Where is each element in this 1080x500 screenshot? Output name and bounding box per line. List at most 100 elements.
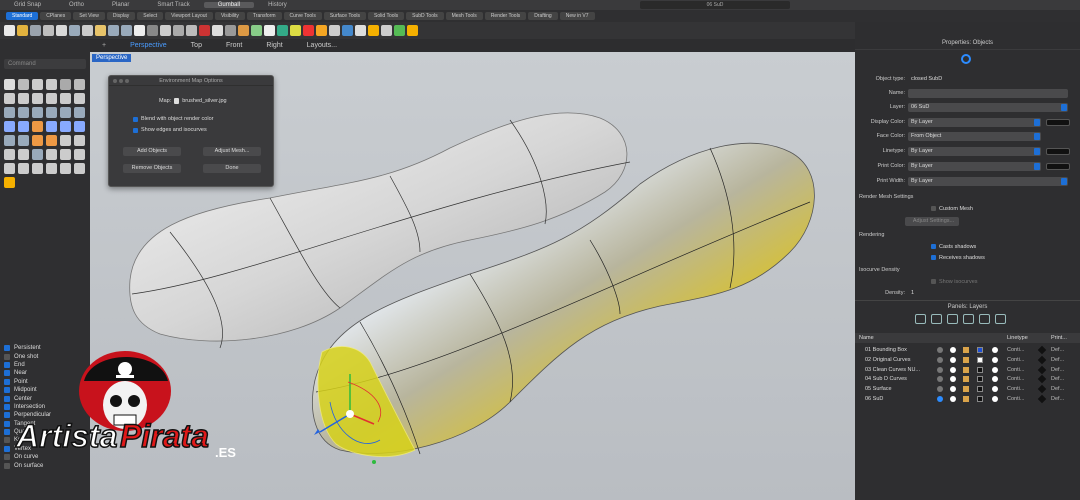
lock-icon[interactable]: [963, 366, 969, 373]
trim-icon[interactable]: [32, 135, 43, 146]
lock-icon[interactable]: [963, 386, 969, 393]
layer-linetype[interactable]: Conti...: [1007, 386, 1024, 392]
layer-print-width[interactable]: Def...: [1051, 376, 1064, 382]
blend-checkbox[interactable]: [133, 116, 138, 122]
current-layer-icon[interactable]: [937, 376, 943, 383]
layer-row[interactable]: 04 Sub D Curves Conti... Def...: [855, 375, 1080, 385]
text-icon[interactable]: [18, 163, 29, 174]
layer-print-width[interactable]: Def...: [1051, 386, 1064, 392]
tab-drafting[interactable]: Drafting: [528, 12, 558, 20]
leader-icon[interactable]: [46, 163, 57, 174]
viewport-title[interactable]: Perspective: [92, 54, 132, 62]
lock-icon[interactable]: [238, 25, 249, 36]
lightbulb-icon[interactable]: [950, 366, 956, 373]
custom-mesh-checkbox[interactable]: [931, 206, 936, 211]
split-icon[interactable]: [46, 135, 57, 146]
cylinder-icon[interactable]: [46, 121, 57, 132]
notes-icon[interactable]: [979, 314, 990, 324]
copy-icon[interactable]: [82, 25, 93, 36]
pan-icon[interactable]: [134, 25, 145, 36]
layer-row[interactable]: 01 Bounding Box Conti... Def...: [855, 345, 1080, 356]
sphere-solid-icon[interactable]: [18, 121, 29, 132]
tab-visibility[interactable]: Visibility: [214, 12, 245, 20]
lightbulb-icon[interactable]: [950, 396, 956, 402]
window-controls[interactable]: [113, 79, 129, 83]
current-layer-icon[interactable]: [937, 396, 943, 402]
polygon-icon[interactable]: [46, 93, 57, 104]
layer-linetype[interactable]: Conti...: [1007, 367, 1024, 373]
lightbulb-icon[interactable]: [950, 386, 956, 393]
show-edges-row[interactable]: Show edges and isocurves: [133, 127, 207, 133]
ellipse-icon[interactable]: [60, 93, 71, 104]
zoom-icon[interactable]: [160, 25, 171, 36]
col-name[interactable]: Name: [859, 335, 874, 341]
layer-print-width[interactable]: Def...: [1051, 396, 1064, 402]
hatch-icon[interactable]: [32, 163, 43, 174]
snap-icon[interactable]: [407, 25, 418, 36]
zoom-window-icon[interactable]: [173, 25, 184, 36]
explode-icon[interactable]: [74, 135, 85, 146]
panel-options-icon[interactable]: [995, 314, 1006, 324]
linetype-swatch[interactable]: [1046, 148, 1070, 155]
patch-icon[interactable]: [74, 107, 85, 118]
help-icon[interactable]: [329, 25, 340, 36]
zoom-extents-icon[interactable]: [186, 25, 197, 36]
add-viewport-icon[interactable]: +: [90, 42, 118, 49]
receives-shadows-checkbox[interactable]: [931, 255, 936, 260]
tab-front[interactable]: Front: [214, 42, 254, 49]
name-field[interactable]: [908, 89, 1068, 98]
layer-row[interactable]: 06 SuD Conti... Def...: [855, 394, 1080, 405]
tab-subd-tools[interactable]: SubD Tools: [406, 12, 444, 20]
material-icon[interactable]: [992, 396, 998, 402]
object-properties-icon[interactable]: [961, 54, 971, 64]
layer-row[interactable]: 05 Surface Conti... Def...: [855, 384, 1080, 395]
print-color-icon[interactable]: [1037, 375, 1047, 384]
polyline-icon[interactable]: [32, 79, 43, 90]
layer-color-swatch[interactable]: [977, 347, 983, 353]
print-color-swatch[interactable]: [1046, 163, 1070, 170]
undo-icon[interactable]: [108, 25, 119, 36]
redo-icon[interactable]: [121, 25, 132, 36]
add-objects-button[interactable]: Add Objects: [123, 147, 181, 156]
material-icon[interactable]: [992, 386, 998, 393]
lightbulb-icon[interactable]: [368, 25, 379, 36]
current-layer-icon[interactable]: [937, 386, 943, 393]
tab-mesh-tools[interactable]: Mesh Tools: [445, 12, 483, 20]
analyze-tool-icon[interactable]: [60, 163, 71, 174]
lock-icon[interactable]: [963, 356, 969, 363]
scale-icon[interactable]: [46, 149, 57, 160]
revolve-icon[interactable]: [46, 107, 57, 118]
layer-print-width[interactable]: Def...: [1051, 347, 1064, 353]
layer-color-swatch[interactable]: [977, 386, 983, 393]
lightbulb-icon[interactable]: [950, 347, 956, 353]
tab-select[interactable]: Select: [137, 12, 164, 20]
layer-row[interactable]: 02 Original Curves Conti... Def...: [855, 355, 1080, 366]
interpolate-icon[interactable]: [60, 79, 71, 90]
remove-objects-button[interactable]: Remove Objects: [123, 164, 181, 173]
fillet-curve-icon[interactable]: [74, 93, 85, 104]
tab-render-tools[interactable]: Render Tools: [484, 12, 527, 20]
linetype-select[interactable]: By Layer: [908, 147, 1041, 156]
zoom-selected-icon[interactable]: [199, 25, 210, 36]
rectangle-icon[interactable]: [32, 93, 43, 104]
current-layer-icon[interactable]: [937, 356, 943, 363]
layer-print-width[interactable]: Def...: [1051, 367, 1064, 373]
hide-icon[interactable]: [225, 25, 236, 36]
subd-icon[interactable]: [18, 135, 29, 146]
render-icon[interactable]: [277, 25, 288, 36]
lightbulb-icon[interactable]: [950, 376, 956, 383]
tab-transform[interactable]: Transform: [246, 12, 282, 20]
material-icon[interactable]: [992, 376, 998, 383]
show-isocurves-checkbox[interactable]: [931, 279, 936, 284]
layer-linetype[interactable]: Conti...: [1007, 396, 1024, 402]
paste-icon[interactable]: [95, 25, 106, 36]
material-icon[interactable]: [992, 347, 998, 353]
loft-icon[interactable]: [18, 107, 29, 118]
menu-history[interactable]: History: [254, 2, 301, 8]
face-color-select[interactable]: From Object: [908, 132, 1041, 141]
cone-icon[interactable]: [60, 121, 71, 132]
print-color-icon[interactable]: [1037, 384, 1047, 394]
cut-icon[interactable]: [69, 25, 80, 36]
layer-linetype[interactable]: Conti...: [1007, 347, 1024, 353]
layer-linetype[interactable]: Conti...: [1007, 376, 1024, 382]
